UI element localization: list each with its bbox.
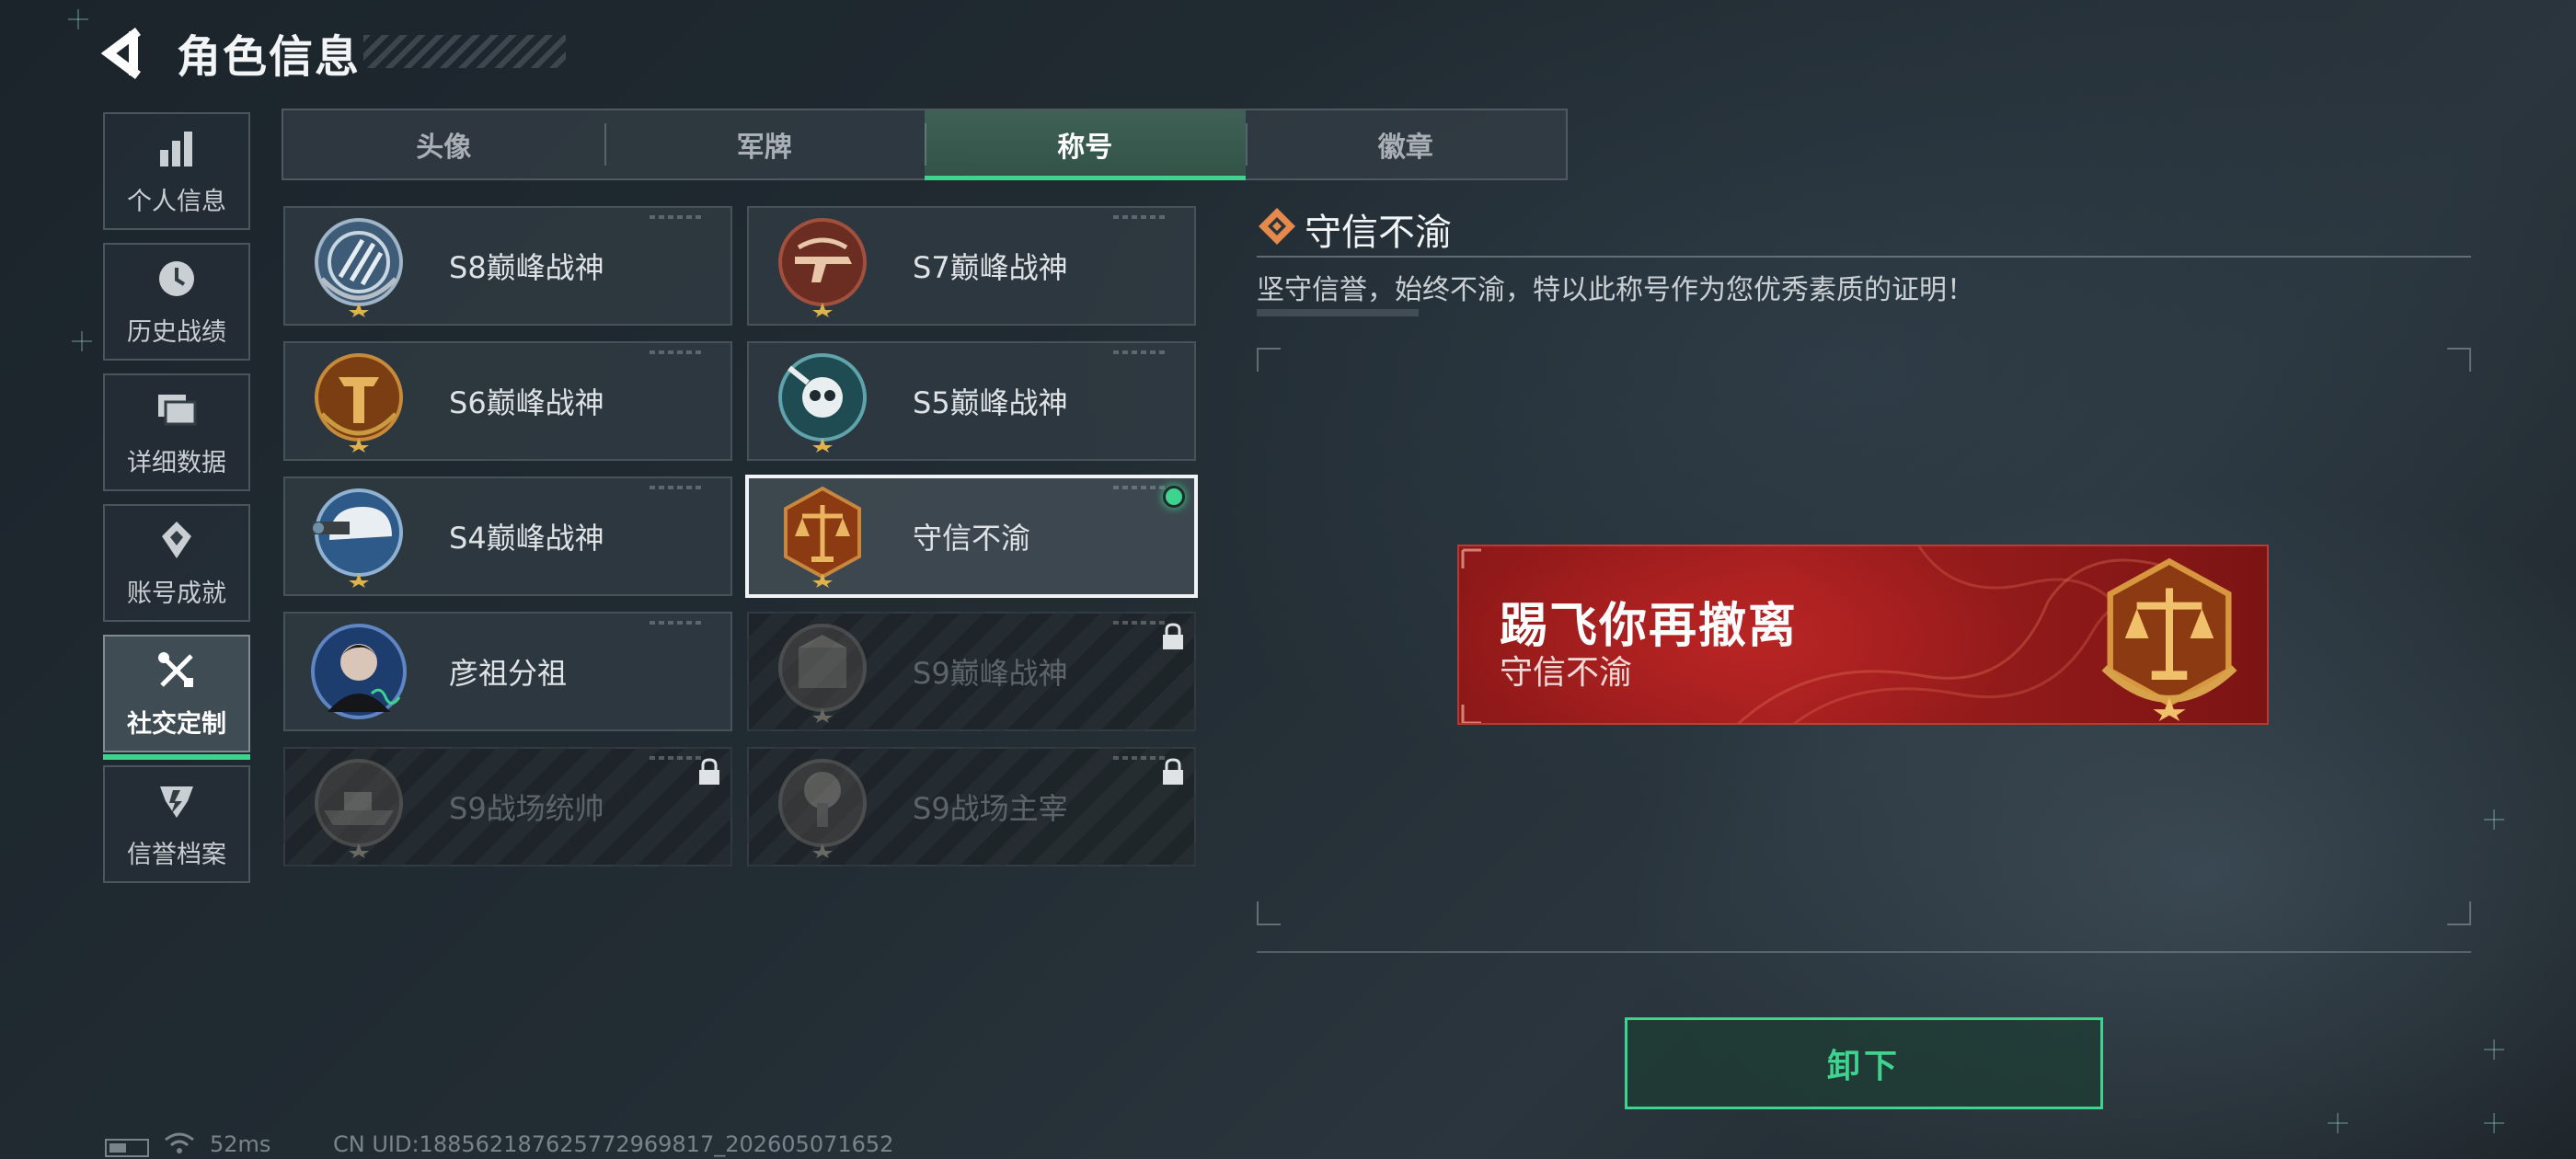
portrait-emblem-icon	[311, 624, 407, 719]
clock-icon	[159, 260, 194, 296]
s8-emblem-icon	[315, 218, 403, 317]
card-decoration	[650, 756, 705, 760]
title-card-label: 彦祖分祖	[449, 656, 568, 691]
detail-title-name: 守信不渝	[1305, 212, 1452, 254]
detail-description: 坚守信誉，始终不渝，特以此称号作为您优秀素质的证明！	[1257, 274, 1974, 306]
card-decoration	[1113, 756, 1168, 760]
tab-badge[interactable]: 徽章	[1245, 110, 1567, 178]
card-decoration	[650, 350, 705, 354]
back-arrow-icon	[100, 28, 141, 79]
card-decoration	[650, 215, 705, 219]
title-card-s9-dominator[interactable]: S9战场主宰	[747, 747, 1196, 866]
grid-cross-decoration	[68, 9, 88, 29]
lock-icon	[1163, 623, 1183, 649]
preview-frame-corner	[2447, 901, 2471, 925]
folders-icon	[158, 394, 197, 425]
s6-emblem-icon	[315, 353, 403, 453]
preview-frame-corner	[2447, 348, 2471, 372]
card-decoration	[650, 621, 705, 625]
equipped-indicator	[1163, 486, 1185, 508]
title-card-s5[interactable]: S5巅峰战神	[747, 341, 1196, 461]
nav-item-detailed-data[interactable]: 详细数据	[103, 373, 250, 491]
title-decoration	[363, 35, 566, 68]
nav-item-label: 信誉档案	[127, 840, 226, 869]
tab-title[interactable]: 称号	[925, 110, 1246, 180]
shield-icon	[160, 786, 193, 818]
nav-item-personal-info[interactable]: 个人信息	[103, 112, 250, 230]
s5-emblem-icon	[778, 353, 867, 453]
preview-frame-corner	[1257, 348, 1281, 372]
grid-cross-decoration	[2484, 1113, 2504, 1133]
nav-item-label: 个人信息	[127, 187, 226, 216]
title-card-label: S8巅峰战神	[449, 250, 604, 285]
wifi-icon	[165, 1132, 194, 1153]
lock-icon	[699, 758, 719, 785]
grid-cross-decoration	[72, 331, 92, 351]
title-card-s9-peak[interactable]: S9巅峰战神	[747, 612, 1196, 731]
grid-cross-decoration	[2484, 1039, 2504, 1060]
title-card-label: S6巅峰战神	[449, 385, 604, 420]
title-card-s7[interactable]: S7巅峰战神	[747, 206, 1196, 326]
card-decoration	[1113, 350, 1168, 354]
title-card-yanzu[interactable]: 彦祖分祖	[283, 612, 732, 731]
diamond-icon	[1259, 208, 1295, 245]
nav-item-label: 账号成就	[127, 579, 226, 608]
tab-avatar[interactable]: 头像	[283, 110, 604, 178]
title-card-label: S9战场主宰	[913, 791, 1068, 826]
s4-emblem-icon	[313, 488, 403, 588]
preview-frame-corner	[1257, 901, 1281, 925]
back-button[interactable]	[100, 28, 156, 79]
grid-cross-decoration	[2328, 1113, 2348, 1133]
title-card-label: S9巅峰战神	[913, 656, 1068, 691]
page-title: 角色信息	[177, 31, 362, 83]
divider	[1257, 951, 2471, 953]
preview-title-label: 守信不渝	[1500, 654, 1633, 692]
nav-item-reputation[interactable]: 信誉档案	[103, 765, 250, 883]
title-card-s4[interactable]: S4巅峰战神	[283, 476, 732, 596]
nav-item-label: 详细数据	[127, 448, 226, 477]
tab-dog-tag[interactable]: 军牌	[604, 110, 926, 178]
detail-subtext-decoration	[1257, 309, 1419, 316]
title-card-s6[interactable]: S6巅峰战神	[283, 341, 732, 461]
title-card-label: S9战场统帅	[449, 791, 604, 826]
card-decoration	[650, 486, 705, 489]
nav-item-history[interactable]: 历史战绩	[103, 243, 250, 361]
scales-emblem-icon	[784, 486, 861, 588]
title-card-shouxin-buyu[interactable]: 守信不渝	[745, 475, 1198, 598]
title-card-label: S5巅峰战神	[913, 385, 1068, 420]
scales-emblem-icon	[2101, 557, 2237, 721]
nav-item-label: 社交定制	[127, 709, 226, 739]
nav-item-achievements[interactable]: 账号成就	[103, 504, 250, 622]
grid-cross-decoration	[2484, 809, 2504, 830]
title-card-s8[interactable]: S8巅峰战神	[283, 206, 732, 326]
user-uid: CN UID:18856218762577296981​7_2026050716…	[333, 1131, 894, 1157]
title-card-label: S7巅峰战神	[913, 250, 1068, 285]
title-card-label: 守信不渝	[913, 521, 1031, 556]
title-card-s9-marshal[interactable]: S9战场统帅	[283, 747, 732, 866]
ping-readout: 52ms	[210, 1131, 271, 1157]
nav-item-social-customization[interactable]: 社交定制	[103, 635, 250, 760]
title-card-label: S4巅峰战神	[449, 521, 604, 556]
card-decoration	[1113, 486, 1168, 489]
divider	[1257, 256, 2471, 258]
s9-marshal-emblem-icon	[315, 759, 403, 858]
nav-item-label: 历史战绩	[127, 317, 226, 347]
unequip-button[interactable]: 卸下	[1625, 1017, 2103, 1109]
s7-emblem-icon	[778, 218, 867, 317]
bar-chart-icon	[160, 131, 192, 166]
battery-icon	[105, 1139, 149, 1157]
lock-icon	[1163, 758, 1183, 785]
card-decoration	[1113, 215, 1168, 219]
achievement-icon	[162, 521, 191, 558]
tools-icon	[158, 651, 193, 687]
s9-peak-emblem-icon	[778, 624, 867, 723]
card-decoration	[1113, 621, 1168, 625]
title-preview-banner: 踢飞你再撤离 守信不渝	[1457, 545, 2269, 725]
category-tabs: 头像 军牌 称号 徽章	[282, 109, 1568, 180]
s9-dominator-emblem-icon	[778, 759, 867, 858]
